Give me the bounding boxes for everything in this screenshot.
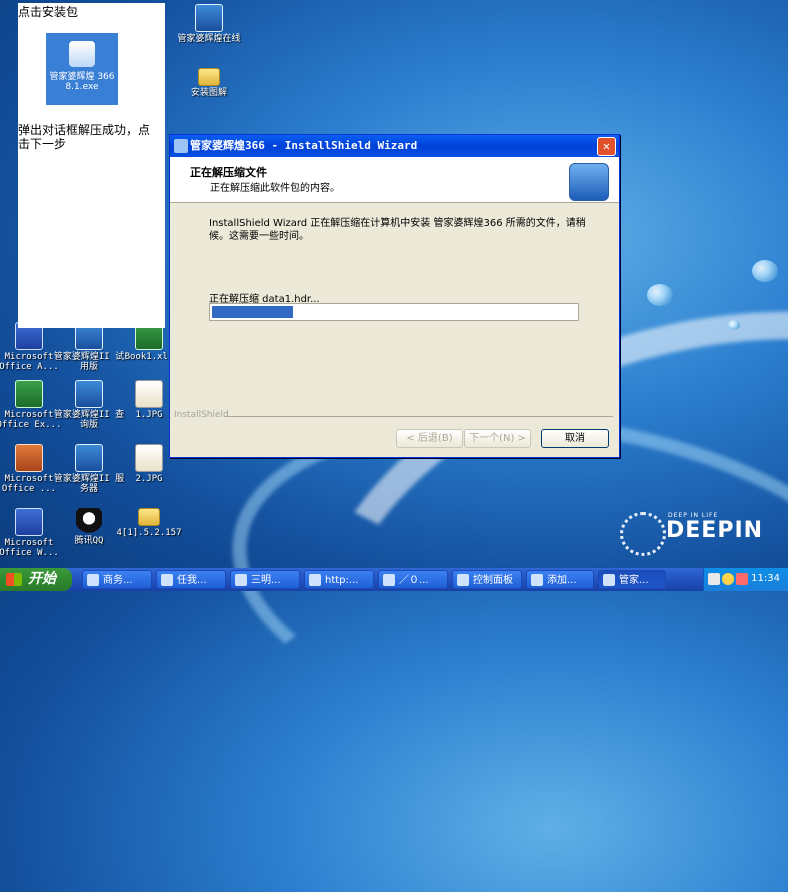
- desktop-icon-label: 腾讯QQ: [74, 536, 104, 546]
- ie-icon: [309, 574, 321, 586]
- tray-icon[interactable]: [736, 573, 748, 585]
- progress-fill: [212, 306, 293, 318]
- water-drop: [647, 284, 673, 306]
- desktop-icon-label: 1.JPG: [135, 410, 163, 420]
- deepin-logo-mark: [620, 512, 666, 556]
- installshield-dialog: 管家婆辉煌366 - InstallShield Wizard ✕ 正在解压缩文…: [169, 134, 620, 458]
- taskbar-item-label: 商务...: [103, 575, 133, 586]
- installshield-brand: InstallShield: [174, 410, 229, 420]
- taskbar-item[interactable]: 任我...: [156, 570, 226, 589]
- desktop-icon-label: 4[1].5.2.157: [116, 528, 182, 538]
- dialog-heading: 正在解压缩文件: [190, 166, 267, 179]
- desktop-icon-label: 2.JPG: [135, 474, 163, 484]
- deepin-wordmark: DEEPIN: [666, 518, 764, 543]
- desktop-icon-label: 管家婆辉煌在线: [177, 34, 241, 44]
- excel-icon: [15, 380, 43, 408]
- taskbar-item-active[interactable]: 管家...: [598, 570, 666, 589]
- windows-logo-icon: [6, 573, 22, 586]
- tutorial-instruction: 弹出对话框解压成功，点击下一步: [18, 123, 151, 151]
- water-drop: [728, 320, 740, 330]
- qq-tray-icon[interactable]: [722, 573, 734, 585]
- taskbar-item[interactable]: 三明...: [230, 570, 300, 589]
- word-icon: [15, 508, 43, 536]
- dialog-subheading: 正在解压缩此软件包的内容。: [210, 183, 340, 194]
- taskbar-item-label: http:...: [325, 575, 359, 586]
- divider: [225, 416, 613, 417]
- ppt-icon: [15, 444, 43, 472]
- jpg-icon: [135, 380, 163, 408]
- desktop-icon-label: Book1.xls: [124, 352, 174, 362]
- keyboard-icon[interactable]: [708, 573, 720, 585]
- next-button[interactable]: 下一个(N) >: [464, 429, 531, 448]
- taskbar-item[interactable]: 添加...: [526, 570, 594, 589]
- computer-setup-icon: [569, 163, 609, 201]
- desktop-icon-app-online[interactable]: 管家婆辉煌在线: [172, 4, 246, 44]
- jpg-icon: [135, 444, 163, 472]
- desktop-icon-label: Microsoft Office ...: [1, 474, 57, 494]
- installer-file-thumbnail: 管家婆辉煌 366 8.1.exe: [46, 33, 118, 105]
- extract-progress-bar: [209, 303, 579, 321]
- taskbar-item-label: 三明...: [251, 575, 281, 586]
- clock: 11:34: [751, 573, 780, 584]
- taskbar-item[interactable]: http:...: [304, 570, 374, 589]
- app-icon: [75, 380, 103, 408]
- close-button[interactable]: ✕: [597, 137, 616, 156]
- qq-icon: [76, 508, 102, 534]
- water-drop: [752, 260, 778, 282]
- taskbar-item-label: 管家...: [619, 575, 649, 586]
- dialog-header: 正在解压缩文件 正在解压缩此软件包的内容。: [170, 157, 619, 203]
- taskbar-item-label: 添加...: [547, 575, 577, 586]
- app-icon: [195, 4, 223, 32]
- desktop-icon-install-guide[interactable]: 安装图解: [172, 68, 246, 98]
- window-icon: [531, 574, 543, 586]
- start-label: 开始: [28, 571, 56, 587]
- window-icon: [87, 574, 99, 586]
- folder-icon: [138, 508, 160, 526]
- start-button[interactable]: 开始: [0, 568, 72, 591]
- window-icon: [235, 574, 247, 586]
- installer-icon: [603, 574, 615, 586]
- dialog-description: InstallShield Wizard 正在解压缩在计算机中安装 管家婆辉煌3…: [209, 218, 586, 242]
- installer-icon: [69, 41, 95, 67]
- dialog-titlebar[interactable]: 管家婆辉煌366 - InstallShield Wizard ✕: [170, 135, 619, 157]
- desktop-icon-label: Microsoft Office A...: [0, 352, 59, 372]
- desktop-icon-folder-version[interactable]: 4[1].5.2.157: [112, 508, 186, 538]
- taskbar-item[interactable]: 商务...: [82, 570, 152, 589]
- desktop-icon-label: Microsoft Office W...: [0, 538, 59, 558]
- taskbar-item-label: 任我...: [177, 575, 207, 586]
- desktop-icon-label: 安装图解: [190, 88, 227, 98]
- window-icon: [383, 574, 395, 586]
- dialog-title: 管家婆辉煌366 - InstallShield Wizard: [190, 139, 418, 152]
- app-icon: [75, 444, 103, 472]
- cancel-button[interactable]: 取消: [541, 429, 609, 448]
- installer-icon: [174, 139, 188, 153]
- window-icon: [161, 574, 173, 586]
- taskbar-item-label: ／０...: [399, 575, 429, 586]
- taskbar: 开始 商务... 任我... 三明... http:... ／０... 控制面板…: [0, 568, 788, 591]
- close-icon: ✕: [602, 139, 611, 153]
- folder-icon: [198, 68, 220, 86]
- taskbar-item[interactable]: ／０...: [378, 570, 448, 589]
- back-button[interactable]: < 后退(B): [396, 429, 463, 448]
- system-tray: 11:34: [703, 568, 788, 591]
- taskbar-item-label: 控制面板: [473, 575, 513, 586]
- control-panel-icon: [457, 574, 469, 586]
- tutorial-panel: 点击安装包 管家婆辉煌 366 8.1.exe 弹出对话框解压成功，点击下一步: [18, 3, 165, 328]
- taskbar-item[interactable]: 控制面板: [452, 570, 522, 589]
- tutorial-title: 点击安装包: [18, 5, 79, 19]
- installer-file-name: 管家婆辉煌 366 8.1.exe: [49, 72, 115, 92]
